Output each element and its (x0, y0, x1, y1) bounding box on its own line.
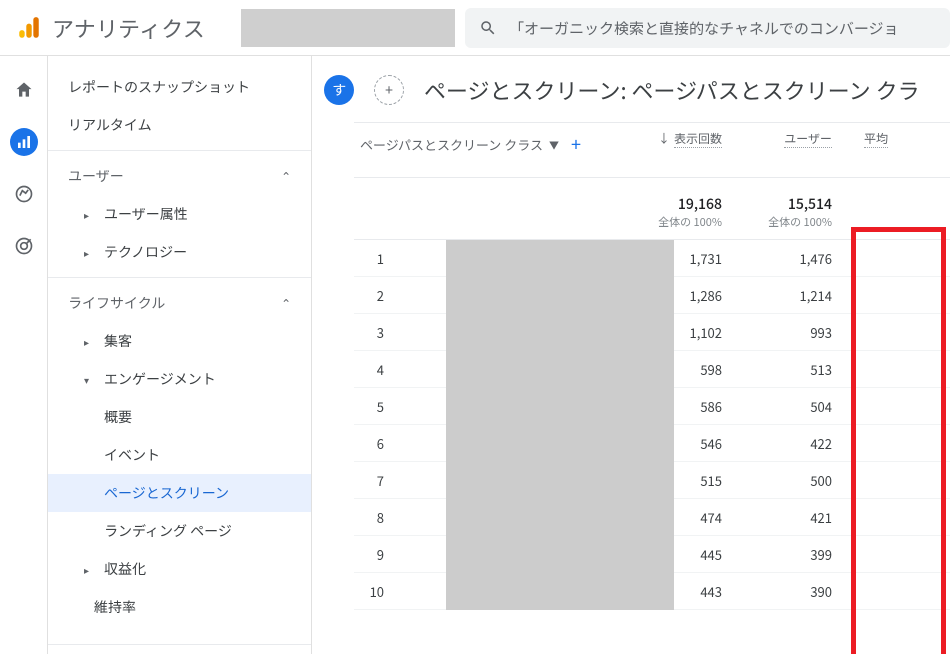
totals-views-pct: 全体の 100% (658, 215, 722, 229)
row-index: 9 (354, 545, 396, 564)
row-index: 5 (354, 397, 396, 416)
sidebar-item-events[interactable]: イベント (48, 436, 311, 474)
cell-users: 993 (732, 323, 842, 342)
sidebar-item-user-attr[interactable]: ▸ユーザー属性 (48, 195, 311, 233)
cell-users: 422 (732, 434, 842, 453)
sidebar-item-retention[interactable]: 維持率 (48, 588, 311, 626)
sidebar-item-realtime[interactable]: リアルタイム (48, 106, 311, 144)
table-body: 11,7311,47621,2861,21431,102993459851355… (354, 240, 950, 610)
product-name: アナリティクス (52, 12, 205, 44)
sidebar-item-overview[interactable]: 概要 (48, 398, 311, 436)
row-index: 1 (354, 249, 396, 268)
cell-users: 504 (732, 397, 842, 416)
rail-home-icon[interactable] (10, 76, 38, 104)
totals-row: 19,168 全体の 100% 15,514 全体の 100% (354, 178, 950, 240)
sort-desc-icon: ↓ (658, 130, 670, 147)
sidebar-item-pages-screens[interactable]: ページとスクリーン (48, 474, 311, 512)
dimension-header[interactable]: ページパスとスクリーン クラス ▼ + (354, 131, 622, 157)
column-header-users[interactable]: ユーザー (732, 131, 842, 157)
sidebar: レポートのスナップショット リアルタイム ユーザー ⌄ ▸ユーザー属性 ▸テクノ… (48, 56, 312, 654)
cell-users: 1,476 (732, 249, 842, 268)
cell-users: 421 (732, 508, 842, 527)
row-index: 8 (354, 508, 396, 527)
path-column-redacted (446, 240, 674, 610)
segment-pill[interactable]: す (324, 75, 354, 105)
totals-users: 15,514 (788, 195, 832, 213)
sidebar-item-snapshot[interactable]: レポートのスナップショット (48, 68, 311, 106)
page-title: ページとスクリーン: ページパスとスクリーン クラ (424, 74, 920, 106)
cell-users: 513 (732, 360, 842, 379)
icon-rail (0, 56, 48, 654)
search-input[interactable]: 「オーガニック検索と直接的なチャネルでのコンバージョ (465, 8, 950, 48)
cell-users: 390 (732, 582, 842, 601)
row-index: 3 (354, 323, 396, 342)
sidebar-item-engagement[interactable]: ▾エンゲージメント (48, 360, 311, 398)
row-index: 10 (354, 582, 396, 601)
sidebar-section-user[interactable]: ユーザー ⌄ (48, 157, 311, 195)
totals-views: 19,168 (678, 195, 722, 213)
sidebar-section-lifecycle[interactable]: ライフサイクル ⌄ (48, 284, 311, 322)
cell-users: 500 (732, 471, 842, 490)
add-dimension-icon[interactable]: + (571, 131, 581, 157)
topbar: アナリティクス 「オーガニック検索と直接的なチャネルでのコンバージョ (0, 0, 950, 56)
cell-users: 399 (732, 545, 842, 564)
chevron-up-icon: ⌄ (281, 168, 291, 185)
row-index: 6 (354, 434, 396, 453)
main-content: す + ページとスクリーン: ページパスとスクリーン クラ ページパスとスクリー… (312, 56, 950, 654)
app-shell: レポートのスナップショット リアルタイム ユーザー ⌄ ▸ユーザー属性 ▸テクノ… (0, 56, 950, 654)
rail-explore-icon[interactable] (10, 180, 38, 208)
rail-reports-icon[interactable] (10, 128, 38, 156)
search-icon (479, 19, 497, 37)
sidebar-item-monetize[interactable]: ▸収益化 (48, 550, 311, 588)
row-index: 7 (354, 471, 396, 490)
sidebar-item-acquisition[interactable]: ▸集客 (48, 322, 311, 360)
sidebar-item-technology[interactable]: ▸テクノロジー (48, 233, 311, 271)
cell-users: 1,214 (732, 286, 842, 305)
account-selector-redacted[interactable] (241, 9, 455, 47)
chevron-down-icon: ▼ (549, 137, 559, 152)
page-header: す + ページとスクリーン: ページパスとスクリーン クラ (312, 56, 950, 124)
row-index: 4 (354, 360, 396, 379)
row-index: 2 (354, 286, 396, 305)
column-header-views[interactable]: ↓表示回数 (622, 131, 732, 157)
rail-target-icon[interactable] (10, 232, 38, 260)
totals-users-pct: 全体の 100% (768, 215, 832, 229)
data-table: ページパスとスクリーン クラス ▼ + ↓表示回数 ユーザー 平均 (312, 122, 950, 610)
column-header-extra[interactable]: 平均 (842, 131, 888, 157)
logo[interactable]: アナリティクス (8, 12, 213, 44)
add-segment-button[interactable]: + (374, 75, 404, 105)
search-placeholder: 「オーガニック検索と直接的なチャネルでのコンバージョ (509, 18, 899, 39)
sidebar-item-landing[interactable]: ランディング ページ (48, 512, 311, 550)
chevron-up-icon: ⌄ (281, 295, 291, 312)
analytics-logo-icon (16, 15, 42, 41)
